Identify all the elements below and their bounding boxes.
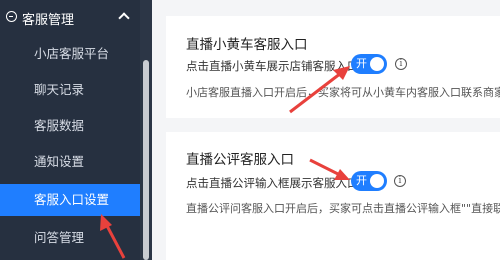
scrollbar-thumb[interactable]: [143, 60, 149, 260]
card-title: 直播公评客服入口: [186, 152, 294, 168]
chevron-up-icon[interactable]: [118, 12, 130, 24]
sidebar-item-qa-management[interactable]: 问答管理: [0, 222, 140, 254]
toggle-label: 开: [356, 57, 367, 70]
sidebar-item-chat-history[interactable]: 聊天记录: [0, 74, 140, 106]
card-comment-service-entry: 直播公评客服入口 点击直播公评输入框展示客服入口 开 i 直播公评问客服入口开启…: [166, 132, 500, 260]
sidebar-scrollbar[interactable]: [140, 0, 152, 260]
sidebar-item-shop-service-platform[interactable]: 小店客服平台: [0, 38, 140, 70]
card-cart-service-entry: 直播小黄车客服入口 点击直播小黄车展示店铺客服入口 开 i 小店客服直播入口开启…: [166, 16, 500, 118]
toggle-knob: [370, 57, 384, 71]
card-title: 直播小黄车客服入口: [186, 37, 308, 53]
toggle-knob: [370, 174, 384, 188]
setting-description: 直播公评问客服入口开启后，买家可点击直播公评输入框""直接联系: [186, 202, 500, 215]
setting-description: 小店客服直播入口开启后，买家将可从小黄车内客服入口联系商家客: [186, 86, 500, 99]
sidebar-item-service-data[interactable]: 客服数据: [0, 110, 140, 142]
cart-entry-toggle[interactable]: 开: [351, 54, 387, 74]
info-icon[interactable]: i: [395, 58, 407, 70]
comment-entry-toggle[interactable]: 开: [351, 171, 387, 191]
sidebar: 客服管理 小店客服平台 聊天记录 客服数据 通知设置 客服入口设置 问答管理: [0, 0, 152, 260]
sidebar-item-service-entry-settings[interactable]: 客服入口设置: [0, 184, 140, 216]
info-icon[interactable]: i: [394, 175, 406, 187]
sidebar-item-notification-settings[interactable]: 通知设置: [0, 146, 140, 178]
setting-label: 点击直播小黄车展示店铺客服入口: [186, 59, 359, 73]
sidebar-group-customer-service[interactable]: 客服管理: [0, 0, 140, 36]
minus-circle-icon: [6, 11, 17, 22]
sidebar-group-label: 客服管理: [22, 13, 75, 28]
toggle-label: 开: [356, 174, 367, 187]
setting-label: 点击直播公评输入框展示客服入口: [186, 176, 359, 190]
